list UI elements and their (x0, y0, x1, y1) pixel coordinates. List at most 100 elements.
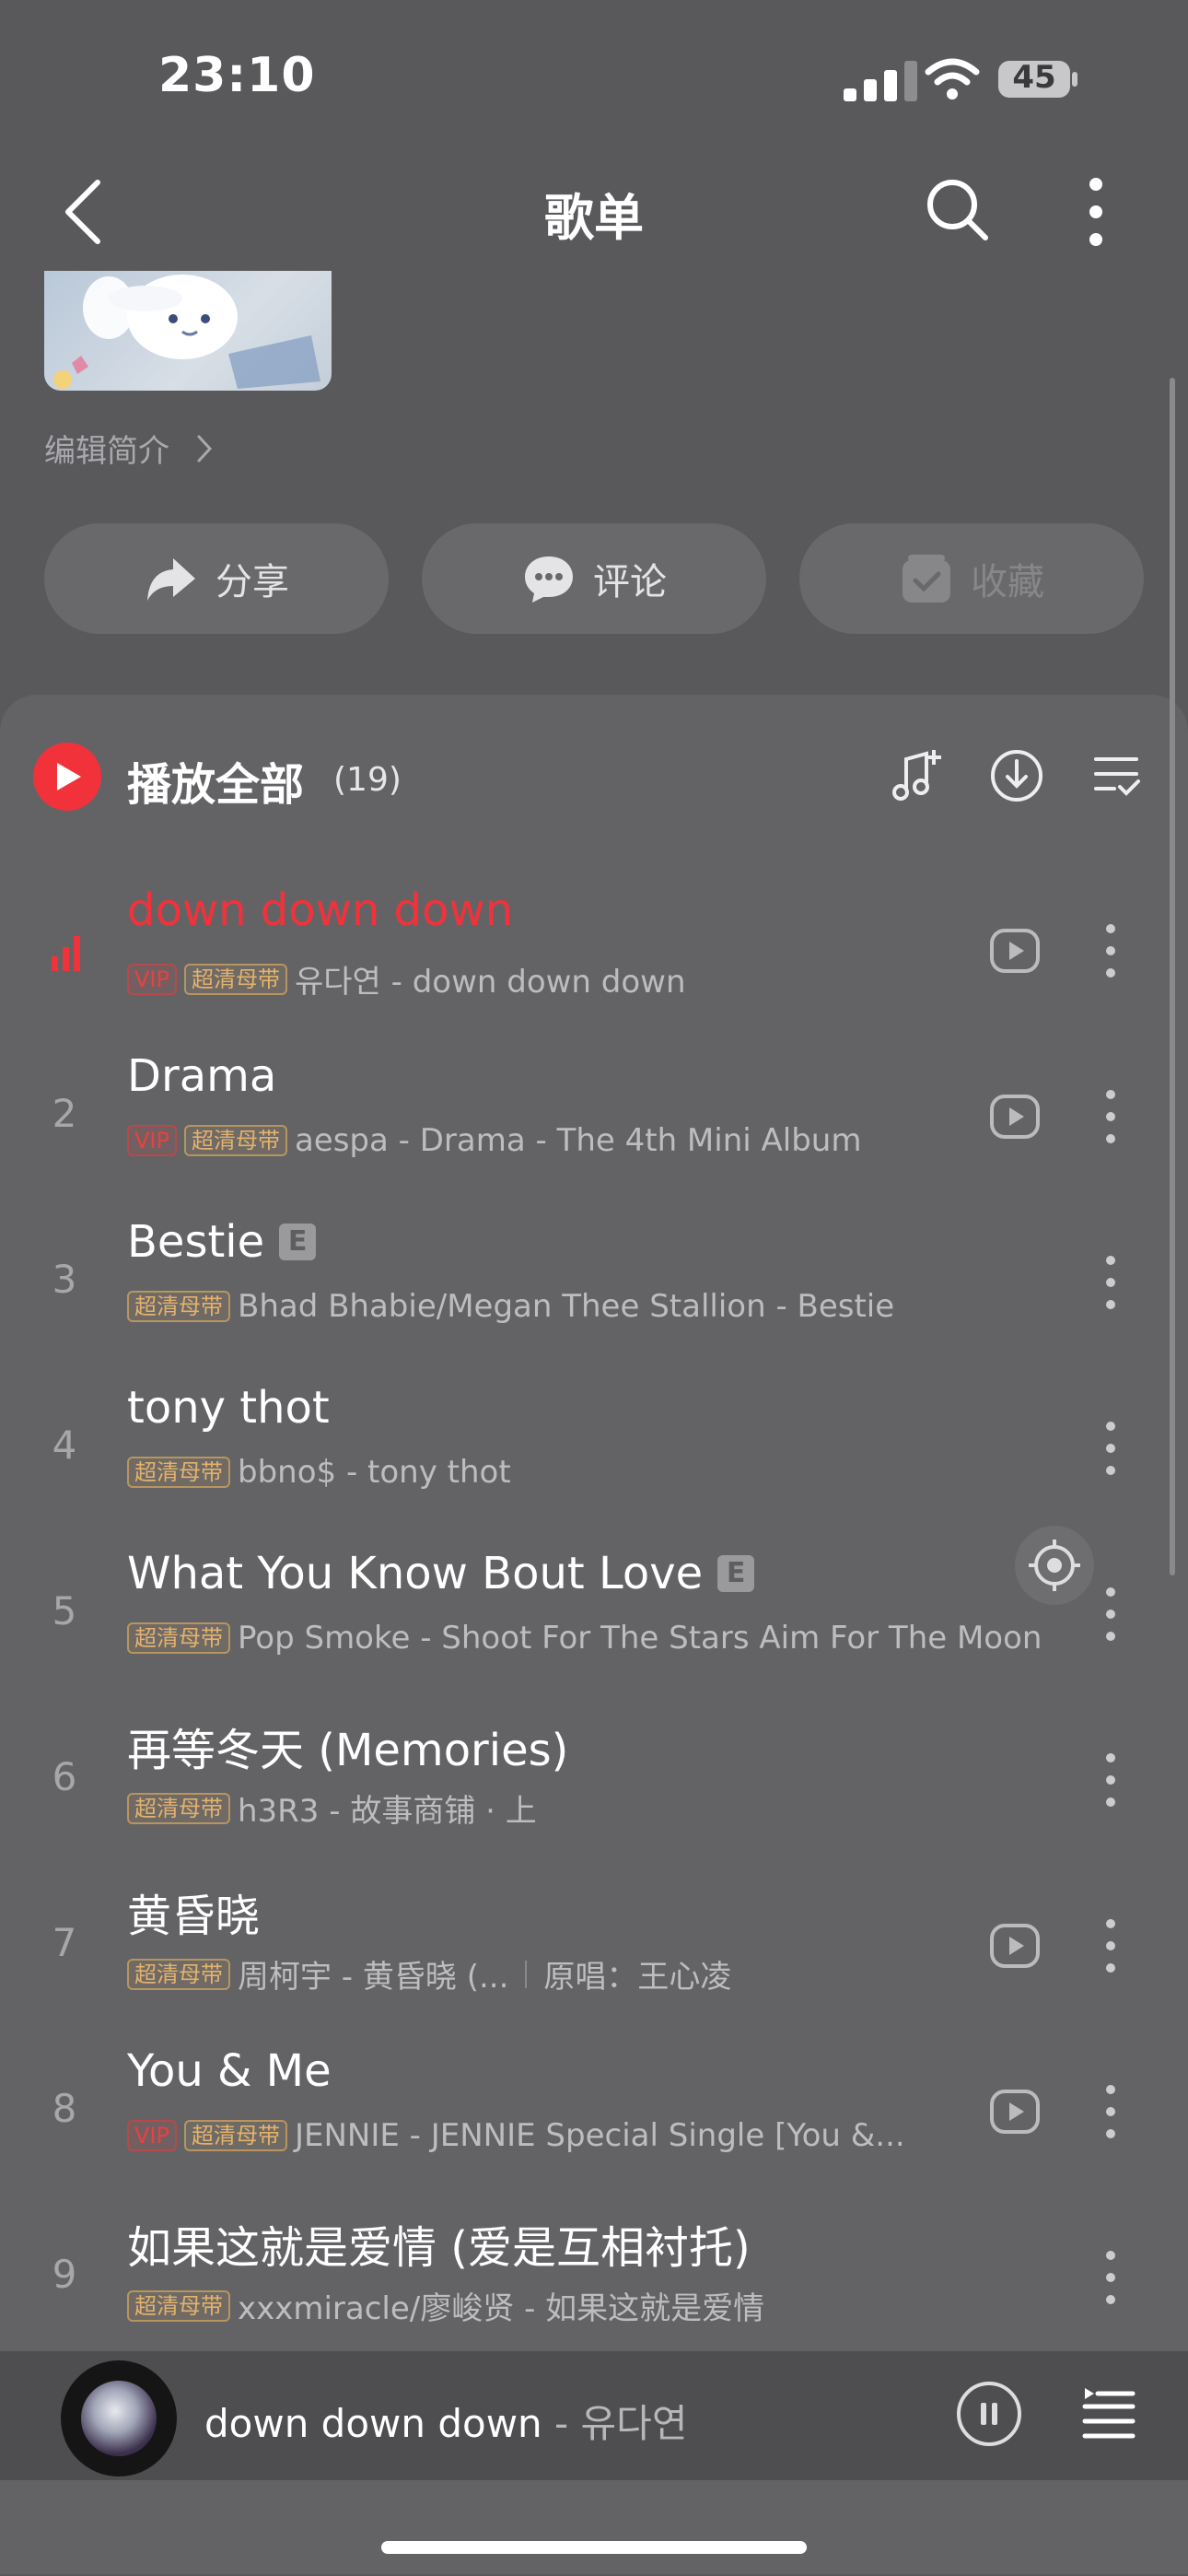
song-subtitle: 超清母带 h3R3 - 故事商铺 · 上 (127, 1786, 537, 1831)
vip-badge: VIP (127, 2120, 177, 2151)
play-all-button[interactable] (33, 743, 101, 811)
share-button[interactable]: 分享 (44, 523, 389, 634)
favorite-button[interactable]: 收藏 (799, 523, 1144, 634)
mv-play-icon[interactable] (989, 1091, 1041, 1142)
song-row[interactable]: 5 What You Know Bout Love E 超清母带 Pop Smo… (0, 1531, 1188, 1697)
search-icon[interactable] (925, 177, 991, 243)
battery-indicator: 45 (996, 57, 1079, 101)
home-indicator[interactable] (381, 2541, 807, 2554)
artist-album: xxxmiracle/廖峻贤 - 如果这就是爱情 (238, 2290, 765, 2327)
row-more-icon[interactable] (1103, 921, 1118, 980)
play-all-label[interactable]: 播放全部 (127, 748, 304, 813)
status-bar: 23:10 45 (0, 0, 1188, 157)
now-playing-title: down down down (204, 2401, 542, 2446)
download-icon[interactable] (987, 746, 1046, 805)
now-playing-artwork[interactable] (61, 2360, 177, 2476)
row-more-icon[interactable] (1103, 2082, 1118, 2141)
mv-play-icon[interactable] (989, 2086, 1041, 2137)
add-music-icon[interactable] (886, 746, 945, 805)
playlist-cover-image[interactable] (44, 271, 332, 391)
explicit-badge: E (279, 1224, 317, 1260)
song-row[interactable]: 8 You & Me VIP 超清母带 JENNIE - JENNIE Spec… (0, 2029, 1188, 2195)
cellular-signal-icon (844, 61, 917, 101)
row-more-icon[interactable] (1103, 1253, 1118, 1312)
song-title: 如果这就是爱情 (爱是互相衬托) (127, 2222, 751, 2274)
cinnamoroll-illustration (53, 275, 320, 389)
track-number: 7 (52, 1920, 77, 1965)
song-row[interactable]: 4 tony thot 超清母带 bbno$ - tony thot (0, 1365, 1188, 1531)
song-row[interactable]: 9 如果这就是爱情 (爱是互相衬托) 超清母带 xxxmiracle/廖峻贤 -… (0, 2195, 1188, 2360)
song-row[interactable]: 2 Drama VIP 超清母带 aespa - Drama - The 4th… (0, 1034, 1188, 1200)
play-icon (57, 763, 81, 790)
artist-album: bbno$ - tony thot (238, 1454, 511, 1491)
edit-intro-link[interactable]: 编辑简介 (44, 426, 169, 471)
song-title: You & Me (127, 2045, 332, 2097)
original-singer: 原唱：王心凌 (543, 1959, 732, 1996)
page-title: 歌单 (544, 189, 644, 247)
artist-album: Bhad Bhabie/Megan Thee Stallion - Bestie (238, 1288, 895, 1325)
quality-badge: 超清母带 (127, 1958, 230, 1990)
comment-icon (525, 556, 573, 603)
now-playing-separator: - (542, 2401, 581, 2446)
song-row[interactable]: 3 Bestie E 超清母带 Bhad Bhabie/Megan Thee S… (0, 1200, 1188, 1365)
track-number: 4 (52, 1423, 77, 1468)
playlist-queue-icon[interactable] (1081, 2386, 1136, 2441)
song-row[interactable]: down down down VIP 超清母带 유다연 - down down … (0, 868, 1188, 1034)
song-title: down down down (127, 884, 514, 936)
divider (525, 1960, 528, 1988)
wifi-icon (925, 58, 980, 100)
now-playing-icon (52, 936, 80, 971)
song-title: What You Know Bout Love E (127, 1548, 755, 1599)
song-subtitle: 超清母带 xxxmiracle/廖峻贤 - 如果这就是爱情 (127, 2283, 764, 2328)
row-more-icon[interactable] (1103, 1916, 1118, 1975)
explicit-badge: E (717, 1555, 755, 1592)
track-number: 5 (52, 1588, 77, 1633)
song-subtitle: 超清母带 周柯宇 - 黄昏晓 (... 原唱：王心凌 (127, 1951, 731, 1996)
quality-badge: 超清母带 (183, 2120, 287, 2151)
row-more-icon[interactable] (1103, 1087, 1118, 1146)
row-more-icon[interactable] (1103, 1751, 1118, 1809)
song-subtitle: VIP 超清母带 JENNIE - JENNIE Special Single … (127, 2117, 905, 2154)
song-title: tony thot (127, 1382, 330, 1434)
artist-album: h3R3 - 故事商铺 · 上 (238, 1793, 537, 1830)
mv-play-icon[interactable] (989, 925, 1041, 977)
song-subtitle: 超清母带 Pop Smoke - Shoot For The Stars Aim… (127, 1620, 1042, 1657)
track-number: 8 (52, 2086, 77, 2131)
song-title: Bestie E (127, 1216, 317, 1268)
vip-badge: VIP (127, 1125, 177, 1156)
row-more-icon[interactable] (1103, 1585, 1118, 1644)
track-number: 9 (52, 2252, 77, 2297)
row-more-icon[interactable] (1103, 1419, 1118, 1478)
mv-play-icon[interactable] (989, 1920, 1041, 1972)
quality-badge: 超清母带 (127, 1291, 230, 1322)
song-title: Drama (127, 1050, 277, 1102)
song-row[interactable]: 7 黄昏晓 超清母带 周柯宇 - 黄昏晓 (... 原唱：王心凌 (0, 1863, 1188, 2029)
share-icon (147, 558, 195, 601)
more-options-icon[interactable] (1087, 175, 1105, 249)
battery-level: 45 (1012, 59, 1056, 96)
track-number: 2 (52, 1091, 77, 1136)
favorite-label: 收藏 (971, 561, 1044, 603)
chevron-right-icon (197, 435, 213, 463)
song-count: (19) (333, 761, 402, 799)
pause-button[interactable] (954, 2379, 1024, 2449)
multi-select-icon[interactable] (1087, 746, 1146, 805)
quality-badge: 超清母带 (127, 1792, 230, 1824)
artist-album: aespa - Drama - The 4th Mini Album (294, 1122, 862, 1159)
quality-badge: 超清母带 (127, 2289, 230, 2322)
locate-icon (1029, 1540, 1080, 1591)
song-title: 再等冬天 (Memories) (127, 1725, 569, 1776)
row-more-icon[interactable] (1103, 2248, 1118, 2307)
track-number: 3 (52, 1257, 77, 1302)
song-row[interactable]: 6 再等冬天 (Memories) 超清母带 h3R3 - 故事商铺 · 上 (0, 1697, 1188, 1863)
quality-badge: 超清母带 (127, 1622, 230, 1654)
artist-album: Pop Smoke - Shoot For The Stars Aim For … (238, 1620, 1042, 1657)
now-playing-info[interactable]: down down down - 유다연 (204, 2393, 687, 2449)
comment-button[interactable]: 评论 (422, 523, 766, 634)
quality-badge: 超清母带 (183, 963, 287, 995)
collect-icon (903, 555, 950, 603)
vip-badge: VIP (127, 963, 177, 995)
album-art (81, 2381, 157, 2456)
quality-badge: 超清母带 (183, 1125, 287, 1156)
locate-current-song-button[interactable] (1015, 1526, 1094, 1605)
